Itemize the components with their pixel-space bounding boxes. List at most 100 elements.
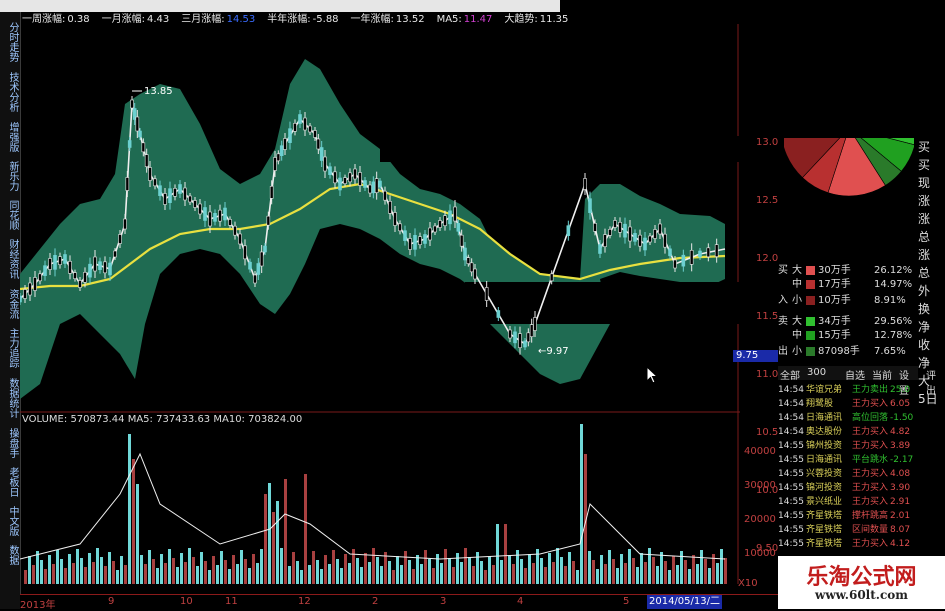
volume-bar <box>368 562 371 584</box>
trade-tab[interactable]: 评出 <box>926 367 936 397</box>
side-tab[interactable]: 主力追踪 <box>2 328 18 368</box>
fund-flow-row: 出小 87098手 7.65% <box>778 345 918 359</box>
volume-bar <box>244 559 247 584</box>
candle-body <box>653 229 657 239</box>
candle-body <box>163 193 167 205</box>
trade-action: 王力卖出 <box>852 385 889 395</box>
trade-stock: 奥达股份 <box>806 427 843 437</box>
candle-body <box>613 220 617 228</box>
volume-bar <box>60 559 63 584</box>
candle-body <box>689 250 694 265</box>
side-tab[interactable]: 财经资讯 <box>2 239 18 279</box>
candle-body <box>23 289 27 299</box>
candle-body <box>113 250 117 258</box>
trade-row[interactable]: 14:54 翔鹭股 王力买入 6.05 <box>778 398 918 411</box>
price-axis: 13.00 12.50 12.00 11.50 11.00 10.50 10.00 9.50 4… <box>738 24 785 594</box>
volume-bar <box>128 434 131 584</box>
trade-row[interactable]: 14:54 日海通讯 高位回落 -1.50 <box>778 412 918 425</box>
volume-bar <box>84 567 87 584</box>
volume-bar <box>692 555 695 584</box>
candle-body <box>63 254 67 264</box>
trade-stock: 齐星铁塔 <box>806 525 843 535</box>
trade-value: 4.08 <box>890 469 911 479</box>
volume-bar <box>188 548 191 584</box>
quote-label: 换 <box>918 302 931 316</box>
flow-size-label: 大 <box>792 316 802 327</box>
trade-row[interactable]: 14:55 齐星铁塔 区间数量 8.07 <box>778 524 918 537</box>
volume-bar <box>380 566 383 584</box>
side-tab[interactable]: 资金流 <box>2 289 18 319</box>
trade-tab[interactable]: 自选 <box>845 367 865 382</box>
candle-body <box>20 295 22 303</box>
mask-block <box>380 136 740 162</box>
side-tab[interactable]: 数据统计 <box>2 378 18 418</box>
trade-row[interactable]: 14:55 齐星铁塔 撑杆跳高 2.01 <box>778 510 918 523</box>
candle-body <box>279 145 284 156</box>
volume-bar <box>280 548 283 584</box>
volume-bar <box>508 555 511 584</box>
trade-time: 14:55 <box>778 469 804 479</box>
candle-body <box>418 236 422 245</box>
candle-body <box>88 263 92 278</box>
flow-size-label: 小 <box>792 295 802 306</box>
side-tab[interactable]: 中文版 <box>2 506 18 536</box>
kline-chart[interactable]: 13.85 ←9.97 <box>20 24 740 584</box>
trade-row[interactable]: 14:55 景兴纸业 王力买入 2.91 <box>778 496 918 509</box>
volume-tick: 40000 <box>744 446 776 457</box>
volume-bar <box>644 562 647 584</box>
candle-body <box>668 248 672 257</box>
volume-bar <box>492 565 495 584</box>
side-tab[interactable]: 技术分析 <box>2 72 18 112</box>
volume-bar <box>164 563 167 584</box>
volume-bar <box>524 568 527 584</box>
volume-bar <box>416 555 419 584</box>
volume-bar <box>568 552 571 584</box>
candle-body <box>526 332 531 343</box>
trade-tabs[interactable]: 全部300自选当前设置评出北 <box>778 366 936 397</box>
candle-body <box>633 233 637 242</box>
side-tab[interactable]: 分时走势 <box>2 22 18 62</box>
side-tab[interactable]: 新乐力 <box>2 161 18 191</box>
flow-side-label: 出 <box>778 346 788 357</box>
candle-body <box>383 190 387 201</box>
trade-tab[interactable]: 300 <box>807 367 826 378</box>
quote-label: 现 <box>918 176 931 190</box>
trade-row[interactable]: 14:55 锦州投资 王力买入 3.89 <box>778 440 918 453</box>
trade-tab[interactable]: 当前 <box>872 367 892 382</box>
candle-body <box>638 234 642 247</box>
trade-row[interactable]: 14:55 兴蓉投资 王力买入 4.08 <box>778 468 918 481</box>
volume-ma5: 737433.63 <box>156 414 211 425</box>
volume-tick: 30000 <box>744 480 776 491</box>
trade-row[interactable]: 14:54 华谊兄弟 王力卖出 25.0 <box>778 384 918 397</box>
trade-row[interactable]: 14:55 日海通讯 平台跳水 -2.17 <box>778 454 918 467</box>
trade-row[interactable]: 14:54 奥达股份 王力买入 4.82 <box>778 426 918 439</box>
side-tab[interactable]: 操盘手 <box>2 428 18 458</box>
side-tab[interactable]: 数据 <box>2 545 18 565</box>
cursor-date: 2014/05/13/二 <box>647 595 722 609</box>
flow-percent: 29.56% <box>874 316 913 327</box>
trade-row[interactable]: 14:55 锦河投资 王力买入 3.90 <box>778 482 918 495</box>
volume-value: 570873.44 <box>70 414 125 425</box>
candle-body <box>269 186 274 199</box>
trade-tab[interactable]: 全部 <box>780 367 800 382</box>
candle-body <box>135 116 140 132</box>
side-tab[interactable]: 同花顺 <box>2 200 18 230</box>
volume-bar <box>344 554 347 584</box>
side-tab[interactable]: 老板日 <box>2 467 18 497</box>
candle-body <box>438 220 442 228</box>
trade-action: 高位回落 <box>852 413 889 423</box>
volume-bar <box>256 563 259 584</box>
volume-bar <box>400 565 403 584</box>
volume-bar <box>592 560 595 584</box>
volume-bar <box>44 569 47 584</box>
candle-body <box>403 230 407 241</box>
side-tab[interactable]: 增强版 <box>2 122 18 152</box>
volume-bar <box>56 550 59 584</box>
trade-stock: 兴蓉投资 <box>806 469 843 479</box>
candle-body <box>228 219 232 226</box>
site-logo: 乐淘公式网 www.60lt.com <box>778 556 945 609</box>
volume-bar <box>168 549 171 584</box>
trade-row[interactable]: 14:55 齐星铁塔 王力买入 4.12 <box>778 538 918 551</box>
candle-body <box>183 187 187 201</box>
volume-bar <box>104 566 107 584</box>
